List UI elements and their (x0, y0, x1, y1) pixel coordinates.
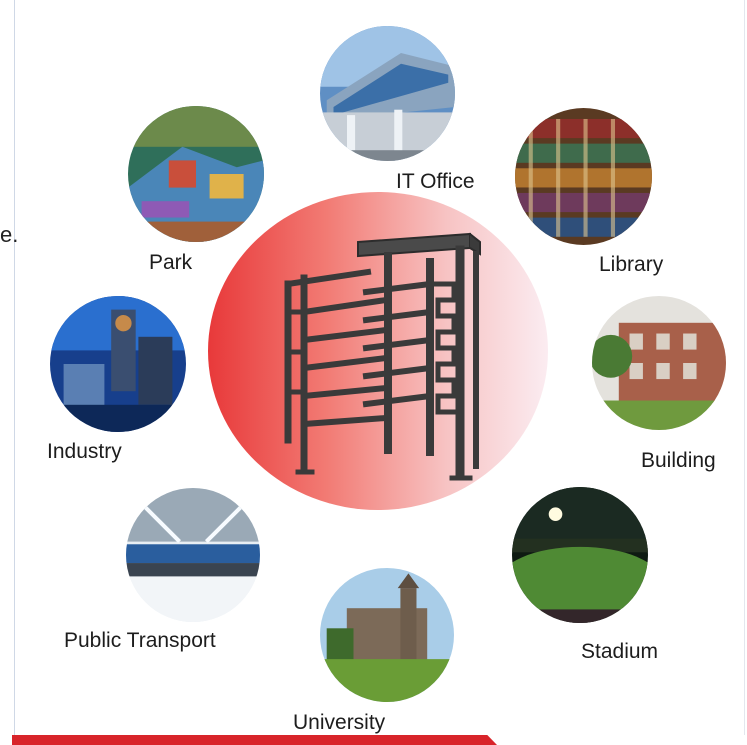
node-label: University (293, 711, 386, 734)
station-hall-photo-icon (126, 488, 260, 622)
bottom-accent-bar (12, 735, 497, 745)
node-label: Park (149, 251, 193, 274)
university-campus-photo-icon (320, 568, 454, 702)
node-label: Industry (47, 440, 122, 463)
node-label: Building (641, 449, 716, 472)
stadium-field-photo-icon (512, 487, 648, 623)
left-frame-line (14, 0, 15, 735)
node-label: Library (599, 253, 664, 276)
node-label: Stadium (581, 640, 659, 663)
turnstile-icon (284, 232, 481, 481)
node-label: IT Office (396, 170, 475, 193)
factory-photo-icon (50, 296, 186, 432)
node-label: Public Transport (64, 629, 216, 652)
right-frame-line (744, 0, 745, 735)
bookshelf-photo-icon (515, 108, 652, 245)
cropped-text: e. (0, 222, 19, 247)
office-building-photo-icon (320, 26, 455, 161)
apartment-photo-icon (592, 296, 726, 430)
center-turnstile-disc (208, 192, 548, 510)
playground-photo-icon (128, 106, 264, 242)
